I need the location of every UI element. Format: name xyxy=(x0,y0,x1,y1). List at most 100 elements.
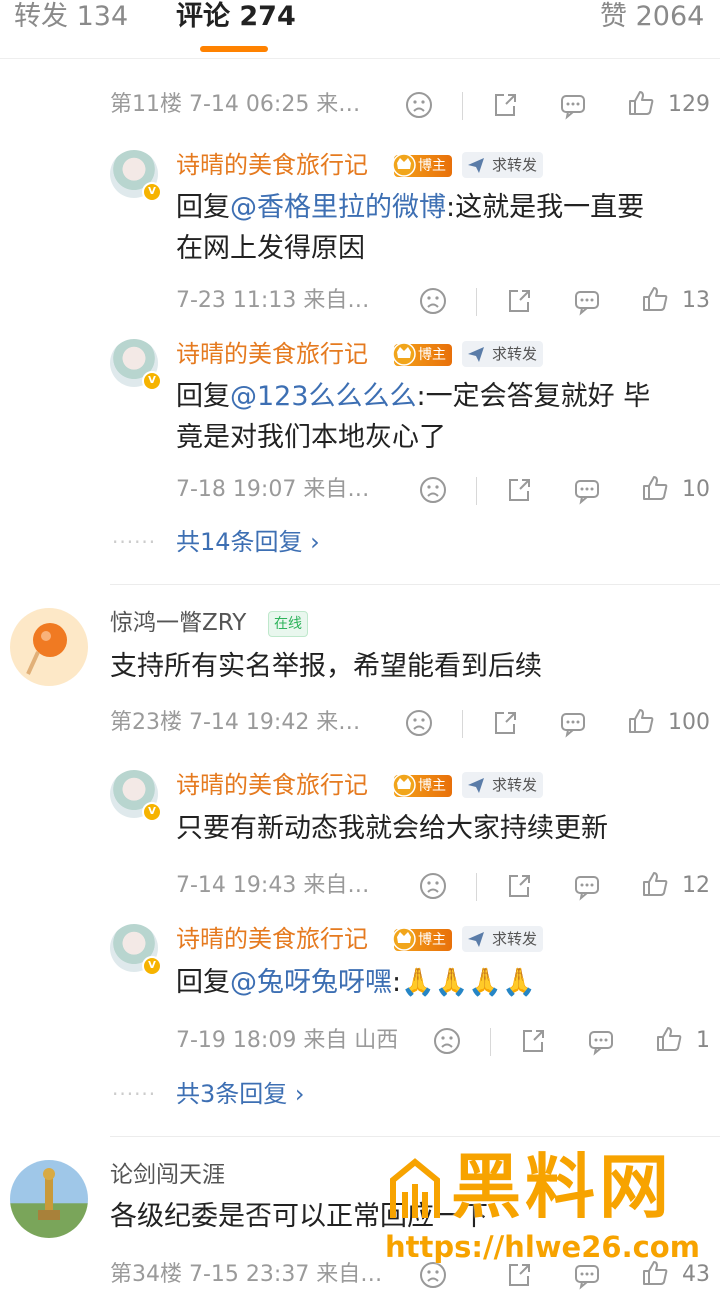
request-repost-tag[interactable]: 求转发 xyxy=(462,926,544,952)
reply-text: 回复@香格里拉的微博:这就是我一直要 xyxy=(176,192,645,223)
share-icon[interactable] xyxy=(504,871,534,901)
paper-plane-icon xyxy=(468,347,484,362)
crown-icon xyxy=(392,927,416,951)
sad-face-icon[interactable] xyxy=(418,871,448,901)
mention-link[interactable]: @123么么么么 xyxy=(230,381,417,412)
comment-icon[interactable] xyxy=(572,475,602,505)
tab-comment[interactable]: 评论 274 xyxy=(176,0,296,34)
request-repost-tag[interactable]: 求转发 xyxy=(462,341,544,367)
emoji-text: :🙏🙏🙏🙏 xyxy=(392,967,536,998)
more-replies-link[interactable]: 共14条回复 › xyxy=(176,526,320,558)
paper-plane-icon xyxy=(468,158,484,173)
sad-face-icon[interactable] xyxy=(404,90,434,120)
divider xyxy=(110,584,720,585)
sad-face-icon[interactable] xyxy=(404,708,434,738)
reply-text-line2: 竟是对我们本地灰心了 xyxy=(176,422,446,453)
reply-username[interactable]: 诗晴的美食旅行记 xyxy=(176,339,368,369)
thumb-up-icon[interactable] xyxy=(626,706,656,736)
request-repost-tag[interactable]: 求转发 xyxy=(462,152,544,178)
comment-username[interactable]: 论剑闯天涯 xyxy=(110,1160,225,1190)
author-badge: 博主 xyxy=(392,342,452,366)
like-count: 100 xyxy=(668,710,710,735)
share-icon[interactable] xyxy=(490,90,520,120)
divider xyxy=(462,710,463,738)
reply-text: 只要有新动态我就会给大家持续更新 xyxy=(176,813,608,844)
like-count: 129 xyxy=(668,92,710,117)
reply-username[interactable]: 诗晴的美食旅行记 xyxy=(176,770,368,800)
comment-icon[interactable] xyxy=(572,286,602,316)
verified-v-icon: V xyxy=(142,371,162,391)
comment-username[interactable]: 惊鸿一瞥ZRY xyxy=(110,608,246,638)
comment-icon[interactable] xyxy=(558,90,588,120)
divider xyxy=(476,288,477,316)
comment-icon[interactable] xyxy=(586,1026,616,1056)
tab-like[interactable]: 赞 2064 xyxy=(600,0,704,34)
like-count: 13 xyxy=(682,288,710,313)
like-count: 10 xyxy=(682,477,710,502)
thumb-up-icon[interactable] xyxy=(640,869,670,899)
watermark-title: 黑料网 xyxy=(451,1146,673,1228)
reply-meta: 7-19 18:09 来自 山西 xyxy=(176,1028,399,1053)
thumb-up-icon[interactable] xyxy=(654,1024,684,1054)
divider xyxy=(490,1028,491,1056)
divider xyxy=(476,873,477,901)
lollipop-icon xyxy=(26,623,67,675)
comment-text: 支持所有实名举报，希望能看到后续 xyxy=(110,651,542,682)
comment-meta: 第23楼 7-14 19:42 来… xyxy=(110,710,361,735)
sad-face-icon[interactable] xyxy=(418,475,448,505)
thumb-up-icon[interactable] xyxy=(640,284,670,314)
share-icon[interactable] xyxy=(504,475,534,505)
comment-tab-bar: 转发 134 评论 274 赞 2064 xyxy=(0,0,720,59)
share-icon[interactable] xyxy=(490,708,520,738)
crown-icon xyxy=(392,342,416,366)
reply-text: 回复@123么么么么:一定会答复就好 毕 xyxy=(176,381,651,412)
tab-repost[interactable]: 转发 134 xyxy=(14,0,128,34)
verified-v-icon: V xyxy=(142,956,162,976)
active-tab-indicator xyxy=(200,46,268,52)
thumb-up-icon[interactable] xyxy=(640,473,670,503)
sad-face-icon[interactable] xyxy=(432,1026,462,1056)
online-status-badge: 在线 xyxy=(268,611,308,637)
share-icon[interactable] xyxy=(504,286,534,316)
sad-face-icon[interactable] xyxy=(418,286,448,316)
author-badge: 博主 xyxy=(392,153,452,177)
like-count: 12 xyxy=(682,873,710,898)
paper-plane-icon xyxy=(468,778,484,793)
watermark-url: https://hlwe26.com xyxy=(385,1230,700,1264)
reply-meta: 7-23 11:13 来自… xyxy=(176,288,370,313)
mention-link[interactable]: @兔呀兔呀嘿 xyxy=(230,967,392,998)
share-icon[interactable] xyxy=(518,1026,548,1056)
reply-text: 回复@兔呀兔呀嘿:🙏🙏🙏🙏 xyxy=(176,967,536,998)
divider xyxy=(462,92,463,120)
statue-icon xyxy=(38,1168,60,1220)
thumb-up-icon[interactable] xyxy=(626,88,656,118)
watermark: 黑料网 https://hlwe26.com xyxy=(375,1148,720,1280)
reply-username[interactable]: 诗晴的美食旅行记 xyxy=(176,150,368,180)
comment-meta: 第34楼 7-15 23:37 来自… xyxy=(110,1262,383,1287)
avatar[interactable] xyxy=(10,1160,88,1238)
like-count: 1 xyxy=(696,1028,710,1053)
paper-plane-icon xyxy=(468,932,484,947)
author-badge: 博主 xyxy=(392,927,452,951)
more-dots: ······ xyxy=(112,1082,157,1106)
verified-v-icon: V xyxy=(142,802,162,822)
comment-meta: 第11楼 7-14 06:25 来… xyxy=(110,92,361,117)
divider xyxy=(110,1136,720,1137)
more-replies-link[interactable]: 共3条回复 › xyxy=(176,1078,305,1110)
author-badge: 博主 xyxy=(392,773,452,797)
comment-icon[interactable] xyxy=(558,708,588,738)
crown-icon xyxy=(392,153,416,177)
comment-icon[interactable] xyxy=(572,871,602,901)
divider xyxy=(476,477,477,505)
reply-username[interactable]: 诗晴的美食旅行记 xyxy=(176,924,368,954)
mention-link[interactable]: @香格里拉的微博 xyxy=(230,192,446,223)
avatar[interactable] xyxy=(10,608,88,686)
crown-icon xyxy=(392,773,416,797)
reply-text-line2: 在网上发得原因 xyxy=(176,233,365,264)
watermark-logo-icon xyxy=(390,1158,440,1218)
request-repost-tag[interactable]: 求转发 xyxy=(462,772,544,798)
reply-meta: 7-14 19:43 来自… xyxy=(176,873,370,898)
verified-v-icon: V xyxy=(142,182,162,202)
reply-meta: 7-18 19:07 来自… xyxy=(176,477,370,502)
more-dots: ······ xyxy=(112,530,157,554)
